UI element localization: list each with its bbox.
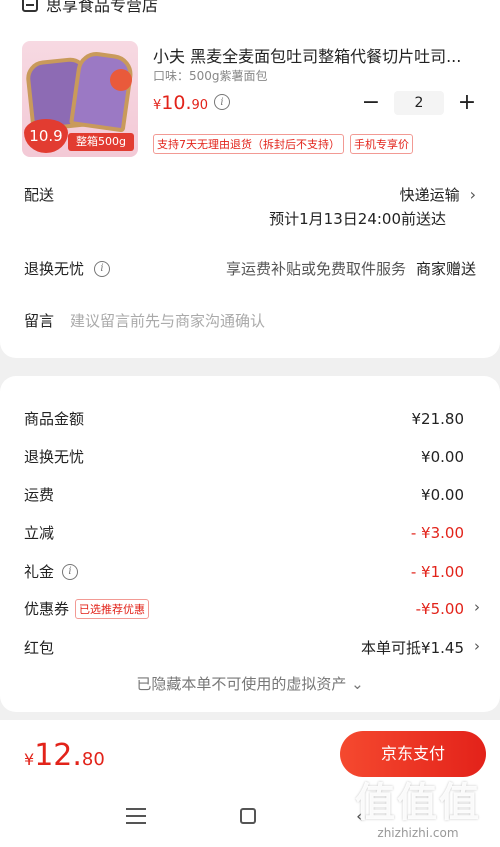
chevron-right-icon[interactable]: › xyxy=(474,637,480,655)
increment-button[interactable]: + xyxy=(456,92,478,114)
return-service-label: 退换无忧 xyxy=(24,260,85,278)
return-policy-tag: 支持7天无理由退货（拆封后不支持） xyxy=(153,134,344,154)
fee-label-group: 优惠券 已选推荐优惠 xyxy=(24,598,150,619)
note-row[interactable]: 留言 建议留言前先与商家沟通确认 xyxy=(24,310,476,331)
fee-value: ¥21.80 xyxy=(411,409,465,428)
home-icon[interactable] xyxy=(240,808,256,824)
quantity-stepper: − 2 + xyxy=(360,91,478,115)
currency-symbol: ¥ xyxy=(24,750,35,769)
watermark-url: zhizhizhi.com xyxy=(377,826,459,840)
bread-slice-graphic xyxy=(68,49,136,133)
product-title[interactable]: 小夫 黑麦全麦面包吐司整箱代餐切片吐司... xyxy=(153,43,483,67)
quantity-input[interactable]: 2 xyxy=(394,91,444,115)
return-service-desc: 享运费补贴或免费取件服务 xyxy=(225,260,406,278)
note-label: 留言 xyxy=(24,312,55,330)
return-service-row[interactable]: 退换无忧 i 享运费补贴或免费取件服务 商家赠送 xyxy=(24,258,476,279)
mobile-price-tag: 手机专享价 xyxy=(350,134,413,154)
fee-row: 立减 - ¥3.00 xyxy=(24,522,464,543)
unit-price: ¥ 10. 90 xyxy=(153,92,208,114)
store-name: 思享食品专营店 xyxy=(46,0,159,15)
fruit-graphic xyxy=(110,69,132,91)
menu-icon[interactable] xyxy=(126,808,146,824)
return-service-provider: 商家赠送 xyxy=(415,260,476,278)
fee-row: 运费 ¥0.00 xyxy=(24,484,464,505)
price-decimal: 90 xyxy=(191,98,209,113)
fee-label: 运费 xyxy=(24,486,55,504)
product-image[interactable]: 10.9 整箱500g xyxy=(22,41,138,157)
fee-label: 立减 xyxy=(24,524,55,542)
fee-label: 礼金 xyxy=(24,563,55,581)
fee-value: 本单可抵¥1.45 xyxy=(361,639,464,657)
fee-value: ¥0.00 xyxy=(421,447,464,466)
chevron-right-icon: › xyxy=(469,185,476,204)
coupon-row[interactable]: 优惠券 已选推荐优惠 -¥5.00 xyxy=(24,598,464,619)
fee-value: - ¥1.00 xyxy=(410,562,464,581)
fee-label: 商品金额 xyxy=(24,410,85,428)
watermark: 值值值 zhizhizhi.com xyxy=(348,770,488,840)
info-icon[interactable]: i xyxy=(62,563,79,580)
info-icon[interactable]: i xyxy=(214,94,230,110)
decrement-button[interactable]: − xyxy=(360,92,382,114)
fee-label: 红包 xyxy=(24,639,55,657)
delivery-eta: 预计1月13日24:00前送达 xyxy=(269,210,446,228)
fee-label: 优惠券 xyxy=(24,600,70,618)
store-header[interactable]: 思享食品专营店 xyxy=(22,0,158,16)
delivery-method-text: 快递运输 xyxy=(399,186,460,204)
fee-row: 商品金额 ¥21.80 xyxy=(24,408,464,429)
price-integer: 10. xyxy=(161,92,192,114)
total-integer: 12. xyxy=(34,738,82,773)
chevron-right-icon[interactable]: › xyxy=(474,598,480,616)
image-price-tag: 10.9 xyxy=(24,119,68,153)
total-price: ¥ 12. 80 xyxy=(24,738,105,773)
delivery-label: 配送 xyxy=(24,186,55,204)
currency-symbol: ¥ xyxy=(153,98,162,113)
store-icon xyxy=(22,0,38,12)
note-input[interactable]: 建议留言前先与商家沟通确认 xyxy=(70,310,265,331)
image-badge: 整箱500g xyxy=(68,133,134,151)
info-icon[interactable]: i xyxy=(94,260,111,277)
fee-row: 退换无忧 ¥0.00 xyxy=(24,446,464,467)
fee-value: - ¥3.00 xyxy=(410,523,464,542)
red-packet-row[interactable]: 红包 本单可抵¥1.45 xyxy=(24,637,464,658)
fee-label: 退换无忧 xyxy=(24,448,85,466)
total-decimal: 80 xyxy=(81,749,105,770)
hidden-assets-toggle[interactable]: 已隐藏本单不可使用的虚拟资产 ⌄ xyxy=(0,673,500,694)
fee-label-group: 礼金 i xyxy=(24,561,79,582)
product-tags: 支持7天无理由退货（拆封后不支持） 手机专享价 xyxy=(153,134,413,154)
fee-row: 礼金 i - ¥1.00 xyxy=(24,561,464,582)
product-spec[interactable]: 口味：500g紫薯面包 xyxy=(153,67,268,84)
fee-value: ¥0.00 xyxy=(421,485,464,504)
watermark-logo: 值值值 xyxy=(355,780,481,826)
fee-value: -¥5.00 xyxy=(415,599,464,618)
coupon-tag: 已选推荐优惠 xyxy=(75,598,150,619)
delivery-method[interactable]: 快递运输 › xyxy=(400,184,476,205)
